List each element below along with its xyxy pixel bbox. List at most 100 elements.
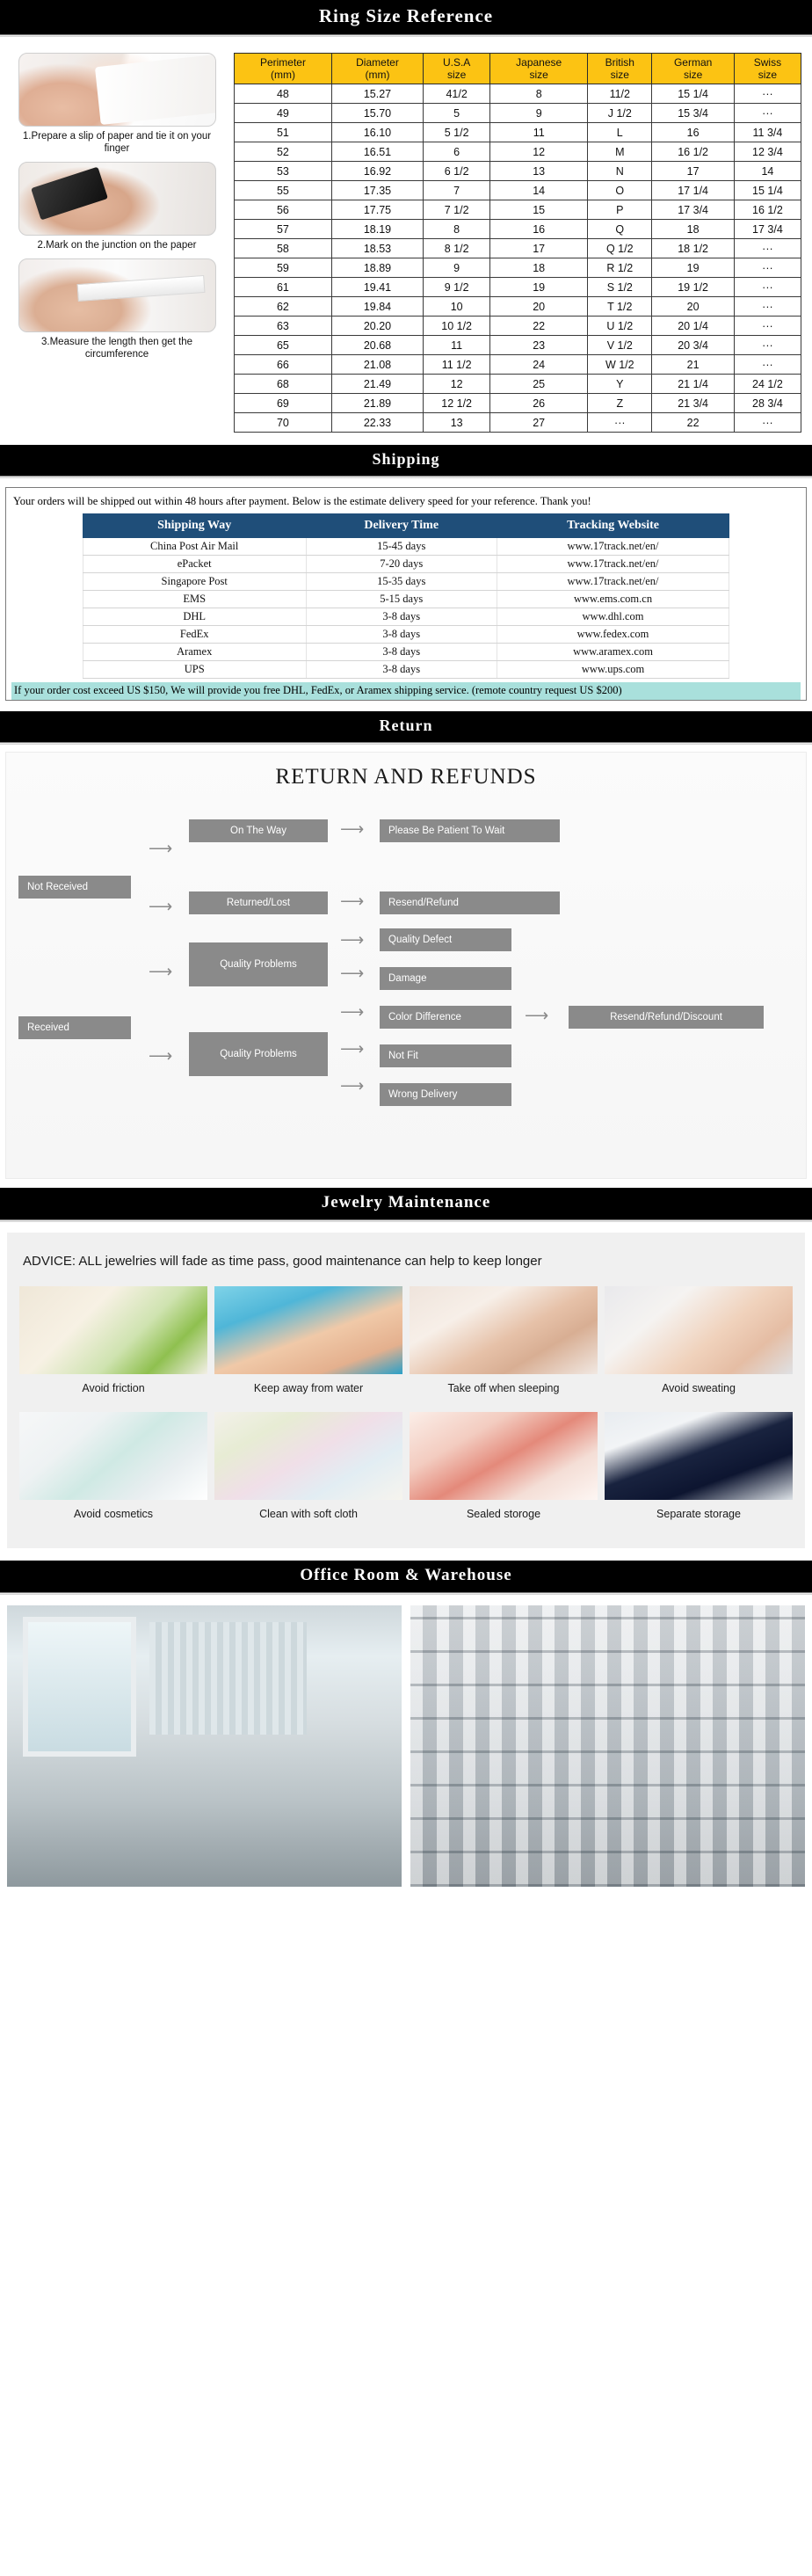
maintenance-item-caption: Sealed storoge [466,1508,541,1520]
table-cell: ··· [733,277,802,297]
table-cell: 69 [234,393,332,413]
table-cell: ··· [587,412,653,433]
tracking-website-link[interactable]: www.fedex.com [496,625,730,644]
table-cell: 16.51 [330,142,424,162]
column-header-swiss-size: Swiss size [733,53,802,84]
tracking-website-link[interactable]: www.ems.com.cn [496,590,730,608]
arrow-icon: ⟶ [149,963,173,981]
ring-size-table: Perimeter (mm) Diameter (mm) U.S.A size … [234,53,802,433]
arrow-icon: ⟶ [149,898,173,916]
table-cell: 15 1/4 [651,84,735,104]
maintenance-item: Sealed storoge [410,1412,598,1531]
jewelry-box-icon [605,1412,793,1500]
table-cell: 16 [651,122,735,142]
column-header-diameter: Diameter (mm) [330,53,424,84]
table-cell: 15.70 [330,103,424,123]
table-cell: 15.27 [330,84,424,104]
paper-slip-on-finger-icon [18,53,216,127]
table-cell: 5 [423,103,491,123]
table-cell: 11 3/4 [733,122,802,142]
maintenance-item-caption: Avoid friction [82,1382,145,1394]
table-row: 53 16.92 6 1/2 13 N 17 14 [234,161,802,181]
banner-divider [0,1219,812,1222]
arrow-icon: ⟶ [340,964,365,983]
flow-node-quality-problems-1: Quality Problems [189,942,328,986]
table-cell: 17 3/4 [733,219,802,239]
table-cell: FedEx [82,625,307,644]
maintenance-item-caption: Avoid cosmetics [73,1508,154,1520]
table-cell: ··· [733,258,802,278]
table-cell: 12 [423,374,491,394]
table-cell: 15-35 days [305,572,497,591]
table-row: 56 17.75 7 1/2 15 P 17 3/4 16 1/2 [234,200,802,220]
table-cell: 13 [423,412,491,433]
table-cell: 20 1/4 [651,316,735,336]
table-cell: 17 3/4 [651,200,735,220]
table-cell: 19 [489,277,589,297]
tracking-website-link[interactable]: www.aramex.com [496,643,730,661]
ring-size-section-banner: Ring Size Reference [0,0,812,33]
return-title: Return [379,717,433,734]
table-cell: 18.19 [330,219,424,239]
arrow-icon: ⟶ [340,931,365,950]
tracking-website-link[interactable]: www.dhl.com [496,608,730,626]
table-cell: 21 [651,354,735,375]
table-cell: 17.35 [330,180,424,200]
table-cell: Q [587,219,653,239]
table-cell: 59 [234,258,332,278]
table-cell: 20 [489,296,589,317]
maintenance-item: Avoid cosmetics [19,1412,207,1531]
table-row: China Post Air Mail 15-45 days www.17track… [82,537,730,556]
maintenance-item-caption: Separate storage [656,1508,741,1520]
tracking-website-link[interactable]: www.ups.com [496,660,730,679]
table-row: EMS 5-15 days www.ems.com.cn [82,590,730,608]
arrow-icon: ⟶ [149,840,173,858]
tracking-website-link[interactable]: www.17track.net/en/ [496,537,730,556]
ring-step-caption: 1.Prepare a slip of paper and tie it on … [22,131,212,154]
table-row: 55 17.35 7 14 O 17 1/4 15 1/4 [234,180,802,200]
table-cell: 15 [489,200,589,220]
table-row: 66 21.08 11 1/2 24 W 1/2 21 ··· [234,354,802,375]
table-row: 68 21.49 12 25 Y 21 1/4 24 1/2 [234,374,802,394]
flow-node-returned-lost: Returned/Lost [189,891,328,914]
table-cell: 49 [234,103,332,123]
flow-node-resend-refund-discount: Resend/Refund/Discount [569,1006,764,1029]
table-cell: 62 [234,296,332,317]
table-row: UPS 3-8 days www.ups.com [82,660,730,679]
tracking-website-link[interactable]: www.17track.net/en/ [496,555,730,573]
table-cell: 14 [733,161,802,181]
cosmetics-icon [19,1412,207,1500]
ring-size-table-wrapper: Perimeter (mm) Diameter (mm) U.S.A size … [234,53,805,433]
table-cell: 18 [651,219,735,239]
table-cell: 18.53 [330,238,424,258]
table-cell: Z [587,393,653,413]
table-cell: 19.41 [330,277,424,297]
banner-divider [0,475,812,478]
shipping-free-note: If your order cost exceed US $150, We wi… [11,682,801,700]
table-cell: L [587,122,653,142]
flow-node-not-fit: Not Fit [380,1044,511,1067]
table-cell: ··· [733,103,802,123]
table-row: 59 18.89 9 18 R 1/2 19 ··· [234,258,802,278]
ring-size-table-body: 48 15.27 41/2 8 11/2 15 1/4 ··· 49 15.70 5 9 J 1/2 1… [234,84,802,433]
table-cell: 18.89 [330,258,424,278]
maintenance-grid: Avoid friction Keep away from water Take o… [19,1286,793,1531]
column-header-japanese-size: Japanese size [489,53,589,84]
return-flowchart: Not Received ⟶ ⟶ On The Way ⟶ Please Be … [6,795,812,1164]
column-header-british-size: British size [587,53,653,84]
table-cell: 68 [234,374,332,394]
table-row: 57 18.19 8 16 Q 18 17 3/4 [234,219,802,239]
table-cell: 12 3/4 [733,142,802,162]
product-description-page: Ring Size Reference 1.Prepare a slip of … [0,0,812,1894]
tracking-website-link[interactable]: www.17track.net/en/ [496,572,730,591]
table-row: 70 22.33 13 27 ··· 22 ··· [234,412,802,433]
table-cell: 16.92 [330,161,424,181]
table-row: 48 15.27 41/2 8 11/2 15 1/4 ··· [234,84,802,104]
table-cell: 15 3/4 [651,103,735,123]
table-cell: 5 1/2 [423,122,491,142]
table-row: 63 20.20 10 1/2 22 U 1/2 20 1/4 ··· [234,316,802,336]
table-row: FedEx 3-8 days www.fedex.com [82,625,730,644]
table-cell: 3-8 days [305,608,497,626]
table-cell: ··· [733,354,802,375]
table-cell: 16 [489,219,589,239]
